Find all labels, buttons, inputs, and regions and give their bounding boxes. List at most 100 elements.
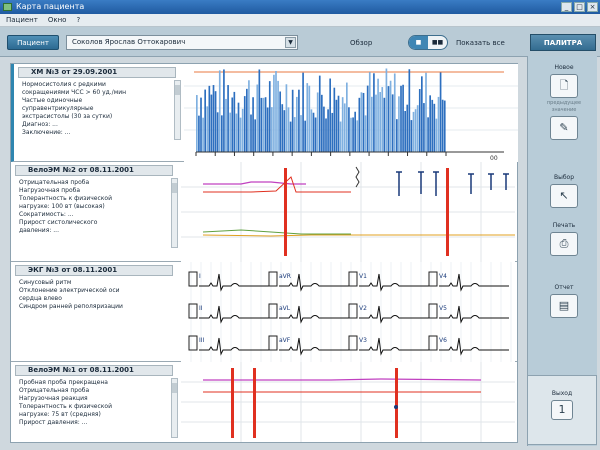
- bar: [435, 118, 438, 152]
- bar: [289, 121, 292, 152]
- bar: [202, 117, 204, 152]
- pointer-icon[interactable]: ↖: [550, 184, 578, 208]
- event-marker[interactable]: [395, 368, 398, 438]
- bar: [252, 97, 254, 152]
- record-title[interactable]: ХМ №3 от 29.09.2001: [18, 67, 176, 78]
- lead-label: aVF: [279, 337, 291, 344]
- bar: [281, 104, 284, 152]
- record-row[interactable]: ХМ №3 от 29.09.2001 Нормосистолия с редк…: [11, 64, 518, 162]
- bar: [304, 120, 306, 152]
- view-label: Обзор: [350, 39, 373, 47]
- menu-window[interactable]: Окно: [48, 14, 67, 26]
- bar: [198, 115, 200, 152]
- ecg-svg: IaVR V1 V4 II aVL V2 V5 III aVF V3 V6: [181, 262, 515, 362]
- printer-icon[interactable]: ⎙: [550, 232, 578, 256]
- patient-button[interactable]: Пациент: [7, 35, 59, 50]
- event-marker[interactable]: [253, 368, 256, 438]
- record-row[interactable]: ВелоЭМ №1 от 08.11.2001 Пробная проба пр…: [11, 362, 517, 442]
- bar: [231, 97, 234, 152]
- event-marker[interactable]: [284, 168, 287, 256]
- bar: [437, 96, 440, 152]
- bar: [410, 120, 413, 152]
- stress-trend-graph: [181, 162, 515, 262]
- tool-label: Печать: [552, 222, 576, 229]
- bar: [310, 109, 313, 152]
- menu-help[interactable]: ?: [76, 14, 80, 26]
- record-title[interactable]: ВелоЭМ №1 от 08.11.2001: [15, 365, 173, 376]
- record-line: Толерантность к физической: [19, 403, 112, 410]
- event-marker[interactable]: [446, 168, 449, 256]
- record-scrollbar[interactable]: [174, 80, 181, 140]
- record-scrollbar[interactable]: [171, 378, 178, 438]
- record-summary: Нормосистолия с редкими сокращениями ЧСС…: [22, 81, 172, 137]
- tool-print[interactable]: Печать ⎙: [545, 222, 583, 258]
- view-single-toggle[interactable]: ■: [409, 36, 428, 49]
- tool-label: Выбор: [553, 174, 575, 181]
- stress-trend-svg: [181, 362, 515, 442]
- bar: [333, 87, 336, 152]
- bar: [314, 117, 317, 152]
- bar: [218, 70, 221, 152]
- tool-select[interactable]: Выбор ↖: [545, 174, 583, 210]
- minimize-button[interactable]: _: [561, 2, 572, 12]
- bar: [306, 83, 309, 152]
- bar: [358, 97, 361, 152]
- scroll-thumb[interactable]: [172, 183, 177, 193]
- patient-select[interactable]: Соколов Ярослав Оттокарович ▼: [66, 35, 298, 50]
- bar: [248, 80, 250, 152]
- holter-chart-svg: 00: [184, 64, 518, 162]
- view-toggle[interactable]: ■ ■■: [408, 35, 448, 50]
- bar: [381, 87, 384, 152]
- record-title[interactable]: ВелоЭМ №2 от 08.11.2001: [15, 165, 173, 176]
- record-title[interactable]: ЭКГ №3 от 08.11.2001: [15, 265, 173, 276]
- tool-exit[interactable]: Выход 1: [543, 390, 581, 422]
- bar: [235, 113, 238, 152]
- maximize-button[interactable]: □: [574, 2, 585, 12]
- lead-label: V4: [439, 273, 447, 280]
- scroll-thumb[interactable]: [172, 383, 177, 393]
- record-row[interactable]: ВелоЭМ №2 от 08.11.2001 Отрицательная пр…: [11, 162, 517, 262]
- bar: [227, 85, 229, 152]
- bar: [246, 88, 248, 152]
- bar: [256, 84, 259, 152]
- scroll-thumb[interactable]: [175, 85, 180, 95]
- view-multi-toggle[interactable]: ■■: [428, 36, 447, 49]
- bar: [337, 95, 340, 152]
- bar: [283, 110, 286, 152]
- bar: [214, 91, 217, 152]
- bar: [433, 103, 436, 152]
- new-document-icon[interactable]: 🗋: [550, 74, 578, 98]
- menu-patient[interactable]: Пациент: [6, 14, 38, 26]
- bar: [312, 112, 315, 152]
- close-button[interactable]: ×: [587, 2, 598, 12]
- records-panel: ХМ №3 от 29.09.2001 Нормосистолия с редк…: [10, 63, 518, 443]
- record-line: Нагрузочная проба: [19, 187, 81, 194]
- record-line: Пробная проба прекращена: [19, 379, 108, 386]
- bar: [377, 78, 379, 152]
- tool-hint: предыдущее значение: [546, 100, 582, 113]
- edit-icon[interactable]: ✎: [550, 116, 578, 140]
- bar: [391, 94, 394, 152]
- tool-new[interactable]: Новое 🗋 предыдущее значение ✎: [545, 64, 583, 142]
- bar: [364, 115, 367, 152]
- bar: [418, 89, 421, 152]
- bar: [216, 112, 219, 152]
- bar: [329, 78, 331, 152]
- bar: [291, 89, 294, 152]
- palette-button[interactable]: ПАЛИТРА: [530, 34, 596, 51]
- x-end-label: 00: [490, 155, 498, 162]
- record-scrollbar[interactable]: [171, 178, 178, 248]
- exit-icon[interactable]: 1: [551, 400, 573, 420]
- bar: [210, 94, 213, 152]
- event-marker[interactable]: [231, 368, 234, 438]
- bar: [321, 94, 323, 152]
- view-all-label[interactable]: Показать все: [456, 39, 505, 47]
- bar: [271, 107, 273, 152]
- report-icon[interactable]: ▤: [550, 294, 578, 318]
- record-row[interactable]: ЭКГ №3 от 08.11.2001 Синусовый ритм Откл…: [11, 262, 517, 362]
- tool-report[interactable]: Отчет ▤: [545, 284, 583, 320]
- bar: [427, 117, 429, 152]
- bar: [262, 97, 265, 152]
- chevron-down-icon[interactable]: ▼: [285, 37, 296, 48]
- bar: [229, 112, 231, 152]
